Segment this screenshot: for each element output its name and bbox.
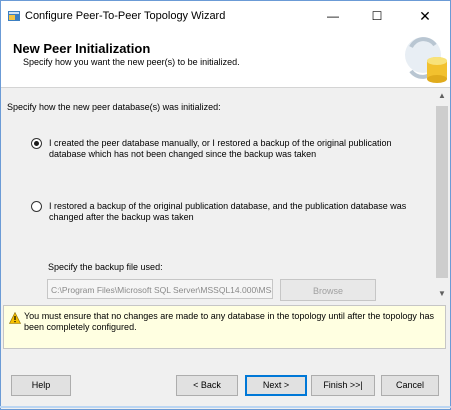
options-panel: Specify how the new peer database(s) was… [1, 88, 434, 304]
vertical-scrollbar[interactable]: ▲ ▼ [434, 88, 450, 304]
radio-option-changed-label: I restored a backup of the original publ… [49, 201, 407, 222]
close-button[interactable]: ✕ [403, 1, 447, 31]
warning-icon [9, 312, 21, 324]
title-bar[interactable]: Configure Peer-To-Peer Topology Wizard —… [1, 1, 450, 31]
radio-button-unselected[interactable] [31, 201, 42, 212]
window-title: Configure Peer-To-Peer Topology Wizard [25, 10, 226, 22]
backup-file-input[interactable]: C:\Program Files\Microsoft SQL Server\MS… [47, 279, 273, 299]
browse-button[interactable]: Browse [280, 279, 376, 301]
help-button[interactable]: Help [11, 375, 71, 396]
wizard-window: Configure Peer-To-Peer Topology Wizard —… [0, 0, 451, 410]
page-title: New Peer Initialization [13, 41, 151, 56]
scroll-up-icon[interactable]: ▲ [434, 88, 450, 104]
database-graphic-icon [405, 37, 447, 83]
back-button[interactable]: < Back [176, 375, 238, 396]
warning-box: You must ensure that no changes are made… [3, 305, 446, 349]
finish-button[interactable]: Finish >>| [311, 375, 375, 396]
wizard-header: New Peer Initialization Specify how you … [1, 31, 450, 88]
wizard-app-icon [8, 11, 20, 21]
page-subtitle: Specify how you want the new peer(s) to … [23, 57, 240, 67]
minimize-button[interactable]: — [311, 1, 355, 31]
wizard-footer: Help < Back Next > Finish >>| Cancel [1, 351, 450, 409]
maximize-button[interactable]: ☐ [355, 1, 399, 31]
next-button[interactable]: Next > [245, 375, 307, 396]
scroll-thumb[interactable] [436, 106, 448, 278]
scroll-down-icon[interactable]: ▼ [434, 286, 450, 302]
backup-file-label: Specify the backup file used: [48, 262, 163, 272]
cancel-button[interactable]: Cancel [381, 375, 439, 396]
init-question: Specify how the new peer database(s) was… [7, 102, 221, 112]
bottom-edge [0, 406, 451, 408]
radio-option-manual-label: I created the peer database manually, or… [49, 138, 392, 159]
radio-button-selected[interactable] [31, 138, 42, 149]
warning-text: You must ensure that no changes are made… [24, 311, 434, 332]
